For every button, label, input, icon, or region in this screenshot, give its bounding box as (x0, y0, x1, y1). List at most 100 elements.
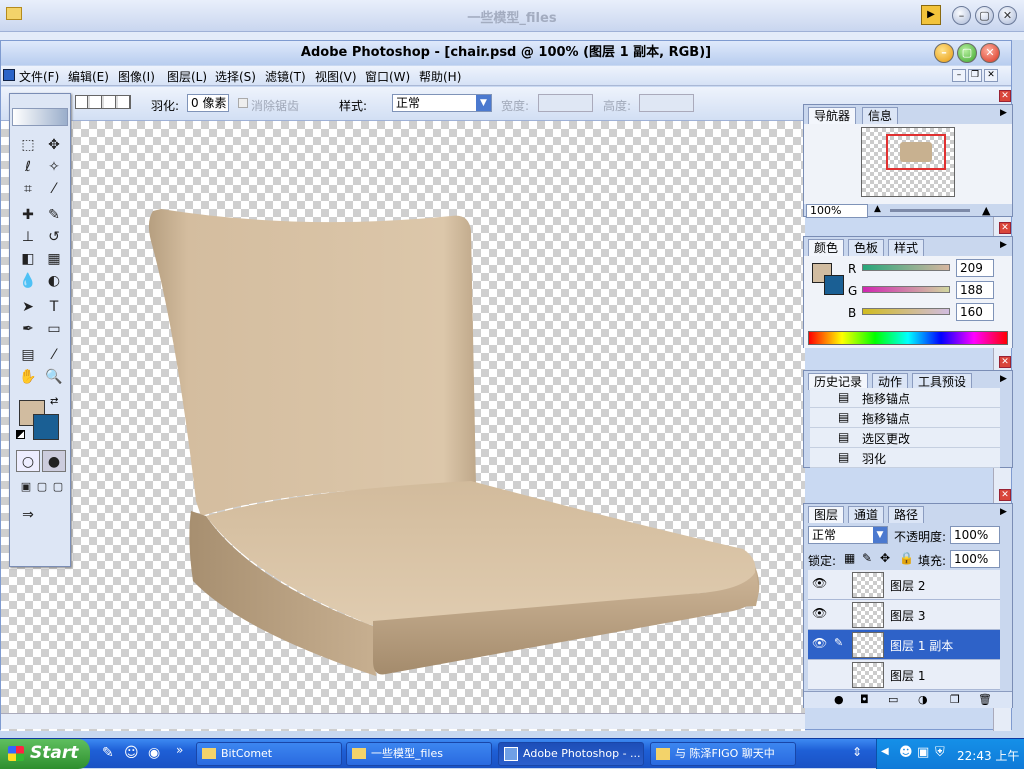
width-input[interactable] (538, 94, 593, 112)
style-select[interactable]: 正常 ▼ (392, 94, 492, 112)
layer-row-selected[interactable]: 👁 ✎ 图层 1 副本 (808, 630, 1000, 660)
menu-edit[interactable]: 编辑(E) (68, 68, 109, 85)
quicklaunch-icon-1[interactable]: ✎ (102, 745, 114, 761)
type-tool-icon[interactable]: T (42, 296, 66, 318)
blur-tool-icon[interactable]: 💧 (16, 270, 40, 292)
fill-input[interactable]: 100% (950, 550, 1000, 568)
lock-transparency-icon[interactable]: ▦ (844, 551, 855, 565)
lock-all-icon[interactable]: 🔒 (899, 551, 914, 565)
r-input[interactable]: 209 (956, 259, 994, 277)
ps-app-icon[interactable] (3, 69, 15, 81)
network-icon[interactable]: ▣ (917, 745, 929, 760)
canvas-horizontal-scrollbar[interactable] (1, 713, 805, 729)
tab-navigator[interactable]: 导航器 (808, 107, 857, 124)
dodge-tool-icon[interactable]: ◐ (42, 270, 66, 292)
color-panel-menu-icon[interactable]: ▶ (1000, 240, 1007, 250)
tab-styles[interactable]: 样式 (888, 239, 925, 256)
eye-icon[interactable]: 👁 (812, 576, 827, 590)
task-photoshop[interactable]: Adobe Photoshop - ... (498, 742, 644, 766)
tab-paths[interactable]: 路径 (888, 506, 925, 523)
navigator-close-icon[interactable]: ✕ (999, 90, 1011, 102)
layers-close-icon[interactable]: ✕ (999, 489, 1011, 501)
zoom-out-icon[interactable]: ▲ (874, 204, 881, 214)
tab-layers[interactable]: 图层 (808, 506, 845, 523)
antialias-checkbox[interactable] (238, 98, 248, 108)
navigator-preview[interactable] (804, 124, 1012, 204)
quick-mask-icon[interactable]: ● (42, 450, 66, 472)
panel-bg-swatch[interactable] (824, 275, 844, 295)
b-slider[interactable] (862, 308, 950, 315)
media-icon[interactable]: ▶ (921, 5, 941, 25)
selection-mode-icons[interactable] (75, 95, 131, 109)
history-item[interactable]: ▤ 选区更改 (810, 428, 1000, 448)
layer-mask-icon[interactable]: ◘ (860, 693, 869, 706)
ps-minimize-button[interactable]: – (934, 43, 954, 63)
menu-layer[interactable]: 图层(L) (167, 68, 207, 85)
eye-icon[interactable]: 👁 (812, 636, 827, 650)
slice-tool-icon[interactable]: ⁄ (42, 178, 66, 200)
lock-move-icon[interactable]: ✥ (880, 551, 890, 565)
menu-image[interactable]: 图像(I) (118, 68, 155, 85)
layers-menu-icon[interactable]: ▶ (1000, 507, 1007, 517)
opacity-input[interactable]: 100% (950, 526, 1000, 544)
hand-tool-icon[interactable]: ✋ (16, 366, 40, 388)
task-bitcomet[interactable]: BitComet (196, 742, 342, 766)
tray-arrow-icon[interactable]: ◀ (881, 746, 889, 757)
layer-row[interactable]: 👁 图层 3 (808, 600, 1000, 630)
zoom-tool-icon[interactable]: 🔍 (42, 366, 66, 388)
layer-row[interactable]: 👁 图层 2 (808, 570, 1000, 600)
task-files[interactable]: 一些模型_files (346, 742, 492, 766)
history-close-icon[interactable]: ✕ (999, 356, 1011, 368)
height-input[interactable] (639, 94, 694, 112)
pen-tool-icon[interactable]: ✒ (16, 318, 40, 340)
crop-tool-icon[interactable]: ⌗ (16, 178, 40, 200)
feather-input[interactable]: 0 像素 (187, 94, 229, 112)
document-canvas[interactable] (1, 121, 805, 731)
quicklaunch-icon-3[interactable]: ◉ (148, 745, 160, 761)
navigator-zoom-input[interactable]: 100% (806, 204, 868, 218)
shield-icon[interactable]: ⛨ (935, 745, 945, 760)
layer-set-icon[interactable]: ▭ (888, 693, 898, 706)
eyedropper-tool-icon[interactable]: ⁄ (42, 344, 66, 366)
healing-brush-icon[interactable]: ✚ (16, 204, 40, 226)
standard-mode-icon[interactable]: ○ (16, 450, 40, 472)
b-input[interactable]: 160 (956, 303, 994, 321)
history-item[interactable]: ▤ 拖移锚点 (810, 388, 1000, 408)
menu-help[interactable]: 帮助(H) (419, 68, 461, 85)
menu-select[interactable]: 选择(S) (215, 68, 256, 85)
quicklaunch-icon-2[interactable]: ☺ (124, 745, 139, 761)
color-spectrum-bar[interactable] (808, 331, 1008, 345)
qq-icon[interactable]: ☻ (899, 745, 913, 760)
doc-restore-button[interactable]: ❐ (968, 69, 982, 82)
path-select-tool-icon[interactable]: ➤ (16, 296, 40, 318)
doc-close-button[interactable]: ✕ (984, 69, 998, 82)
lock-paint-icon[interactable]: ✎ (862, 551, 872, 565)
navigator-zoom-slider[interactable] (890, 209, 970, 212)
outer-close-button[interactable]: ✕ (998, 6, 1017, 25)
background-color-swatch[interactable] (33, 414, 59, 440)
taskbar-scroll-icon[interactable]: ⇕ (852, 745, 862, 759)
panel-menu-arrow-icon[interactable]: ▶ (1000, 108, 1007, 118)
color-close-icon[interactable]: ✕ (999, 222, 1011, 234)
zoom-in-icon[interactable]: ▲ (982, 204, 990, 217)
g-input[interactable]: 188 (956, 281, 994, 299)
tab-info[interactable]: 信息 (862, 107, 899, 124)
new-layer-icon[interactable]: ❐ (950, 693, 960, 706)
gradient-tool-icon[interactable]: ▦ (42, 248, 66, 270)
default-colors-icon[interactable] (16, 430, 25, 439)
ps-close-button[interactable]: ✕ (980, 43, 1000, 63)
notes-tool-icon[interactable]: ▤ (16, 344, 40, 366)
task-chat[interactable]: 与 陈泽FIGO 聊天中 (650, 742, 796, 766)
shape-tool-icon[interactable]: ▭ (42, 318, 66, 340)
layer-style-icon[interactable]: ● (834, 693, 844, 706)
g-slider[interactable] (862, 286, 950, 293)
magic-wand-tool-icon[interactable]: ✧ (42, 156, 66, 178)
r-slider[interactable] (862, 264, 950, 271)
blend-mode-select[interactable]: 正常 ▼ (808, 526, 888, 544)
tab-color[interactable]: 颜色 (808, 239, 845, 256)
menu-view[interactable]: 视图(V) (315, 68, 357, 85)
start-button[interactable]: Start (0, 739, 90, 769)
quicklaunch-more-icon[interactable]: » (176, 743, 183, 757)
doc-minimize-button[interactable]: – (952, 69, 966, 82)
history-menu-icon[interactable]: ▶ (1000, 374, 1007, 384)
